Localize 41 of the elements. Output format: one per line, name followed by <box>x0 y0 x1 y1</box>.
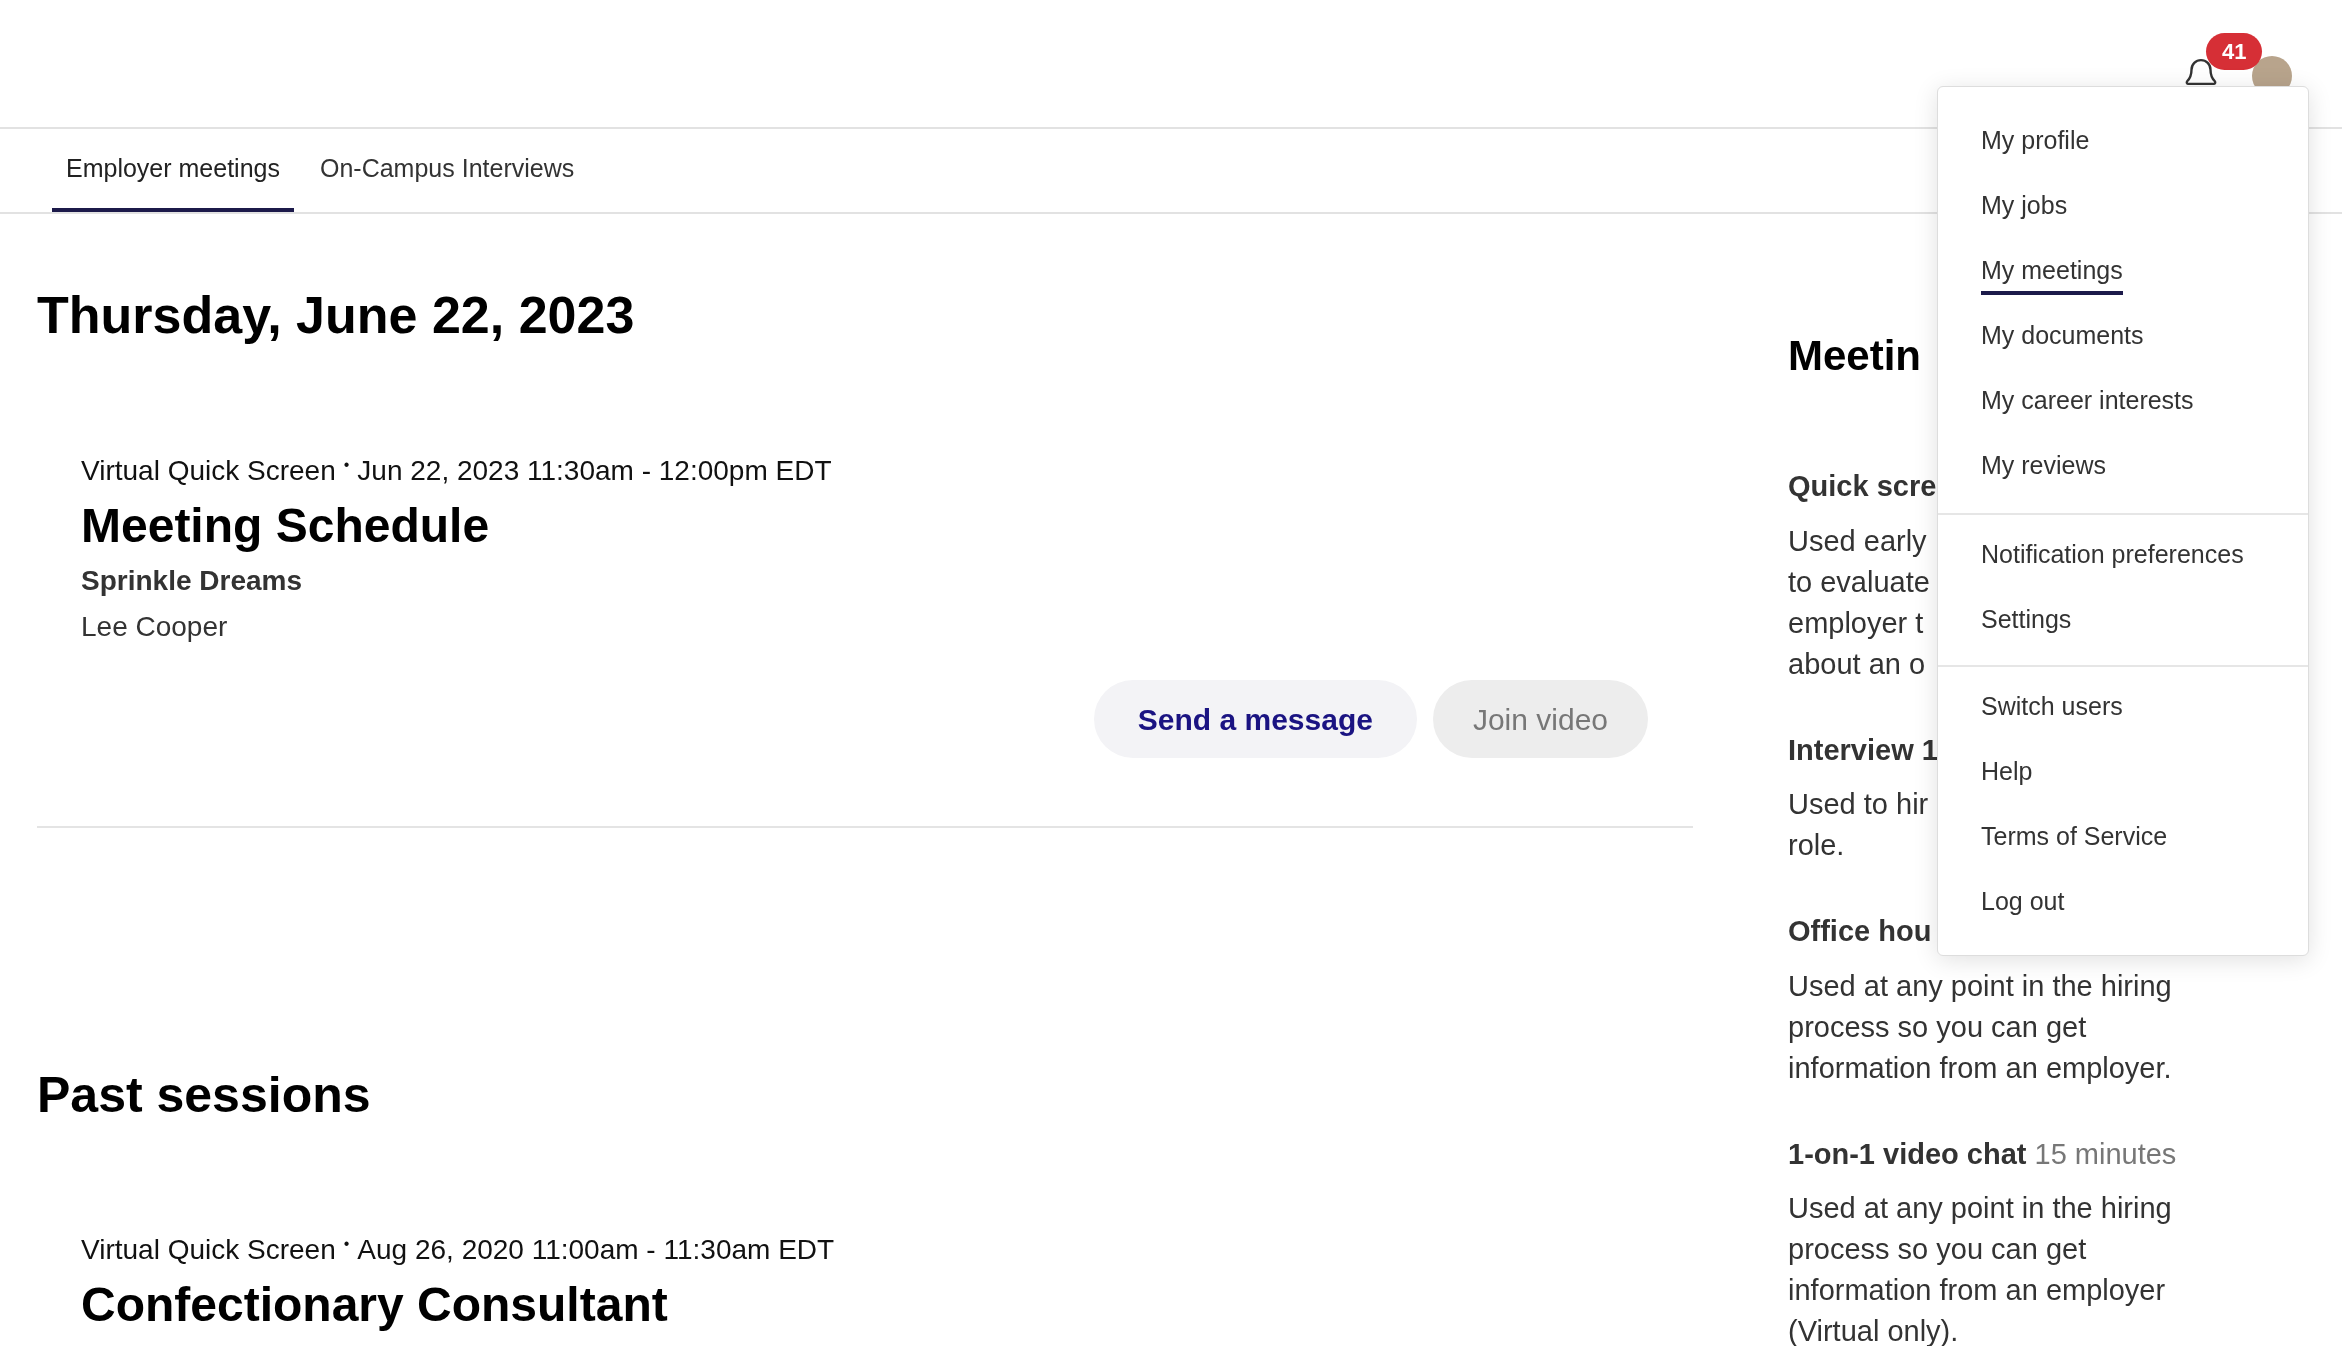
sidebar-heading: Meetin <box>1788 331 1921 381</box>
notification-count-badge: 41 <box>2206 32 2263 70</box>
menu-item[interactable]: Notification preferences <box>1981 535 2244 580</box>
menu-item[interactable]: My reviews <box>1981 446 2106 491</box>
meeting-time: Aug 26, 2020 11:00am - 11:30am EDT <box>357 1233 835 1267</box>
meeting-type-title: 1-on-1 video chat <box>1788 1136 2027 1172</box>
meeting-type-title: Quick scre <box>1788 469 1937 504</box>
separator-dot: • <box>343 1234 350 1254</box>
employer-name: Sprinkle Dreams <box>81 564 303 598</box>
menu-item[interactable]: My jobs <box>1981 186 2068 231</box>
contact-name: Lee Cooper <box>81 610 229 644</box>
meeting-title: Confectionary Consultant <box>81 1277 669 1333</box>
description-line: to evaluate <box>1788 564 1930 600</box>
send-message-button[interactable]: Send a message <box>1093 680 1417 758</box>
meeting-type: Virtual Quick Screen <box>81 454 336 488</box>
menu-item[interactable]: My career interests <box>1981 381 2194 426</box>
meeting-type: Virtual Quick Screen <box>81 1233 336 1267</box>
menu-item[interactable]: Log out <box>1981 882 2065 927</box>
meeting-type-title: Office hou <box>1788 914 1932 949</box>
description: Used at any point in the hiring process so you can get information from an employer. <box>1788 968 2173 1086</box>
duration: 15 minutes <box>2034 1136 2177 1172</box>
menu-item[interactable]: My meetings <box>1981 251 2123 296</box>
description-line: role. <box>1788 828 1845 863</box>
menu-item[interactable]: Settings <box>1981 600 2072 645</box>
meeting-type-title: Interview 1 <box>1788 732 1938 768</box>
section-heading: Past sessions <box>37 1066 372 1125</box>
tab[interactable]: Employer meetings <box>52 129 294 212</box>
description-line: employer t <box>1788 605 1924 641</box>
menu-item[interactable]: My documents <box>1981 316 2144 361</box>
tab[interactable]: On-Campus Interviews <box>306 129 589 212</box>
meeting-title: Meeting Schedule <box>81 498 491 554</box>
menu-item[interactable]: Switch users <box>1981 687 2123 732</box>
description-line: Used early <box>1788 523 1927 559</box>
menu-item[interactable]: My profile <box>1981 121 2090 166</box>
menu-item[interactable]: Help <box>1981 752 2033 797</box>
menu-item[interactable]: Terms of Service <box>1981 817 2168 862</box>
date-heading: Thursday, June 22, 2023 <box>37 285 636 346</box>
separator-dot: • <box>343 455 350 475</box>
description-line: Used to hir <box>1788 787 1929 822</box>
meeting-time: Jun 22, 2023 11:30am - 12:00pm EDT <box>357 454 832 488</box>
description-line: about an o <box>1788 646 1926 682</box>
